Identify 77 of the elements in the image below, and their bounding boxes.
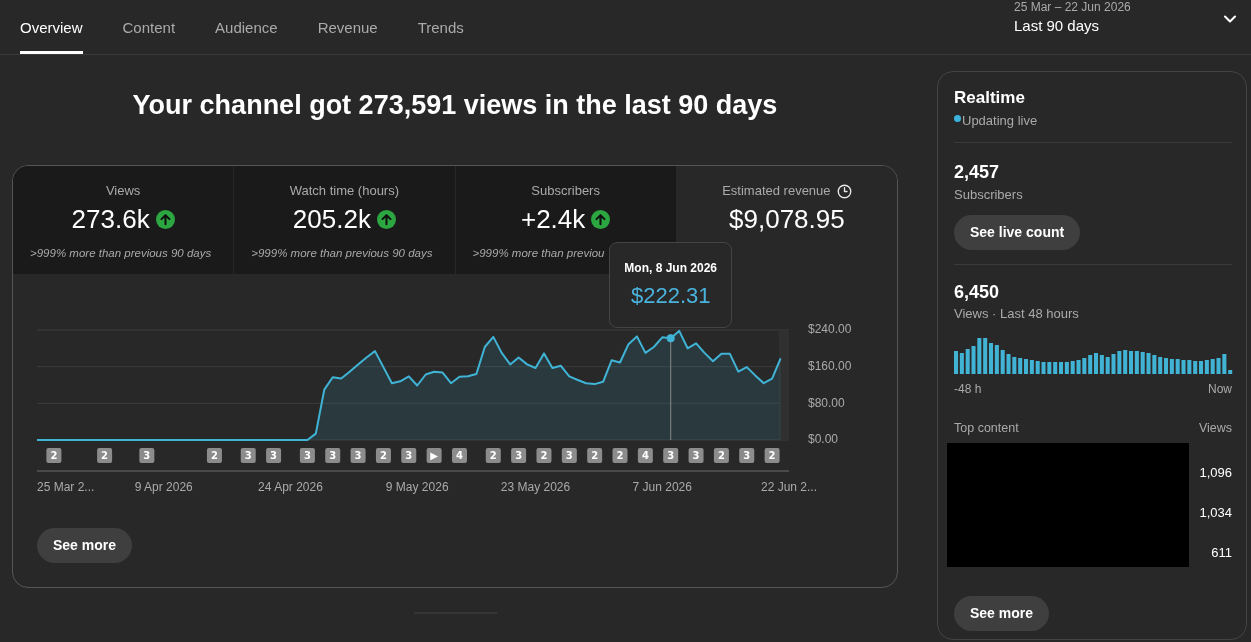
- axis-label: 9 Apr 2026: [134, 480, 193, 495]
- upload-marker[interactable]: 3: [663, 448, 679, 463]
- subscriber-label: Subscribers: [954, 186, 1024, 204]
- axis-label: -48 h: [954, 381, 982, 397]
- column-header: Views: [1198, 420, 1232, 436]
- axis-label: $80.00: [808, 395, 845, 410]
- clock-icon: [836, 183, 852, 199]
- nav-tab[interactable]: Overview: [20, 0, 83, 54]
- nav-tab[interactable]: Audience: [215, 0, 278, 54]
- upload-marker[interactable]: 4: [637, 448, 653, 463]
- metric-note: >999% more than previous 90 days: [251, 247, 433, 259]
- upload-marker[interactable]: 3: [511, 448, 527, 463]
- upload-marker[interactable]: 3: [561, 448, 577, 463]
- views-value: 1,096: [1199, 464, 1232, 482]
- axis-label: $240.00: [808, 322, 852, 337]
- nav-tab[interactable]: Content: [122, 0, 176, 54]
- date-range-dropdown[interactable]: 25 Mar – 22 Jun 2026 Last 90 days: [1014, 0, 1240, 54]
- axis-label: $160.00: [808, 358, 852, 373]
- upload-marker[interactable]: 3: [350, 448, 366, 463]
- metric-value: $9,078.95: [729, 204, 845, 234]
- axis-label: 22 Jun 2...: [761, 480, 817, 495]
- metric-value: 273.6k: [71, 204, 150, 234]
- metric-label: Subscribers: [531, 182, 600, 200]
- upload-marker[interactable]: ▶: [426, 448, 442, 463]
- upload-marker[interactable]: 3: [299, 448, 315, 463]
- panel-title: Realtime: [954, 87, 1026, 109]
- upload-marker[interactable]: 3: [401, 448, 417, 463]
- axis-label: $0.00: [808, 432, 839, 447]
- upload-marker[interactable]: 3: [266, 448, 282, 463]
- upload-marker[interactable]: 4: [451, 448, 467, 463]
- axis-label: 9 May 2026: [385, 480, 449, 495]
- axis-label: 7 Jun 2026: [632, 480, 692, 495]
- axis-label: Now: [1208, 381, 1232, 397]
- views-value: 611: [1211, 544, 1232, 562]
- nav-tab[interactable]: Trends: [417, 0, 464, 54]
- axis-label: 23 May 2026: [500, 480, 571, 495]
- hover-point-icon: [666, 334, 675, 343]
- column-header: Top content: [954, 420, 1019, 436]
- metric-label: Estimated revenue: [722, 182, 831, 200]
- upload-marker[interactable]: 2: [485, 448, 501, 463]
- tooltip-value: $222.31: [630, 282, 711, 310]
- upload-marker[interactable]: 2: [97, 448, 113, 463]
- metric-label: Watch time (hours): [289, 182, 400, 200]
- upload-marker[interactable]: 2: [764, 448, 780, 463]
- views-label: Views · Last 48 hours: [954, 305, 1080, 323]
- live-status: Updating live: [962, 112, 1038, 130]
- upload-marker[interactable]: 2: [206, 448, 222, 463]
- axis-label: 24 Apr 2026: [258, 480, 323, 495]
- see-more-button[interactable]: See more: [954, 596, 1050, 631]
- metric-value: +2.4k: [520, 204, 586, 234]
- upload-marker[interactable]: 2: [46, 448, 62, 463]
- subscriber-count: 2,457: [954, 161, 1001, 184]
- upload-marker[interactable]: 3: [688, 448, 704, 463]
- upload-marker[interactable]: 2: [587, 448, 603, 463]
- metric-value: 205.2k: [292, 204, 371, 234]
- date-range-label: 25 Mar – 22 Jun 2026: [1014, 0, 1131, 14]
- see-more-button[interactable]: See more: [37, 528, 133, 563]
- upload-marker[interactable]: 3: [139, 448, 155, 463]
- upload-marker[interactable]: 2: [713, 448, 729, 463]
- metric-tab[interactable]: Views 273.6k >999% more than previous 90 days: [13, 166, 234, 274]
- period-label: Last 90 days: [1014, 16, 1101, 36]
- upload-marker[interactable]: 3: [739, 448, 755, 463]
- nav-tab[interactable]: Revenue: [317, 0, 378, 54]
- upload-marker[interactable]: 3: [325, 448, 341, 463]
- upload-marker[interactable]: 2: [612, 448, 628, 463]
- views-count: 6,450: [954, 281, 1001, 304]
- metric-note: >999% more than previous 90 days: [30, 247, 212, 259]
- see-live-count-button[interactable]: See live count: [954, 215, 1081, 250]
- headline: Your channel got 273,591 views in the last 90 days: [131, 90, 779, 120]
- upload-marker[interactable]: 3: [240, 448, 256, 463]
- metric-note: >999% more than previou: [472, 247, 605, 259]
- metric-tab[interactable]: Watch time (hours) 205.2k >999% more than previous 90 days: [234, 166, 455, 274]
- metric-label: Views: [105, 182, 141, 200]
- upload-marker[interactable]: 2: [536, 448, 552, 463]
- views-value: 1,034: [1199, 504, 1232, 522]
- axis-label: 25 Mar 2...: [37, 480, 95, 495]
- upload-marker[interactable]: 2: [375, 448, 391, 463]
